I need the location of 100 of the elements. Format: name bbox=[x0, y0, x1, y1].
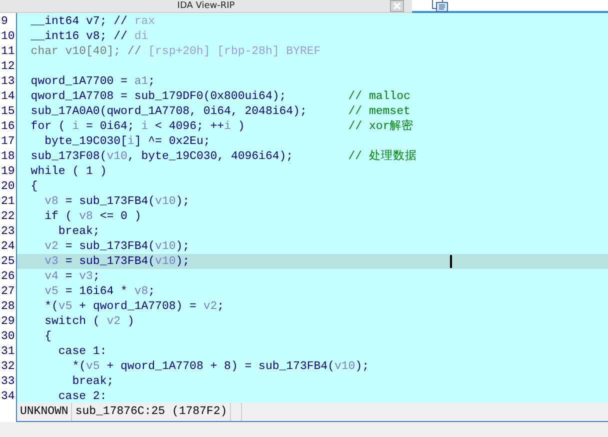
line-number: 30 bbox=[0, 329, 16, 344]
text-cursor bbox=[450, 255, 452, 268]
variable-name: i bbox=[127, 134, 134, 149]
variable-name: v5 bbox=[58, 299, 72, 314]
code-text: { bbox=[30, 179, 38, 194]
code-text: = 16i64 * bbox=[64, 284, 128, 299]
variable-name: v10 bbox=[155, 194, 176, 209]
status-location: sub_17876C:25 (1787F2) bbox=[72, 403, 232, 421]
code-text: ; bbox=[148, 74, 156, 89]
line-number: 11 bbox=[0, 44, 16, 59]
line-number: 20 bbox=[0, 179, 16, 194]
variable-name: v5 bbox=[44, 284, 58, 299]
variable-name: v2 bbox=[106, 314, 121, 329]
code-comment: // memset bbox=[348, 104, 410, 119]
code-text: *( bbox=[44, 299, 58, 314]
line-number: 25 bbox=[0, 254, 16, 269]
code-text: ] ^= 0x2Eu; bbox=[134, 134, 210, 149]
code-text: = sub_173FB4( bbox=[64, 239, 156, 254]
code-text: < 4096; ++ bbox=[154, 119, 224, 134]
code-text: byte_19C030[ bbox=[44, 134, 128, 149]
variable-name: v10 bbox=[155, 239, 176, 254]
code-text: = 0i64; bbox=[85, 119, 136, 134]
register-comment: di bbox=[134, 29, 148, 44]
code-text: case 2: bbox=[57, 389, 107, 403]
code-text: + qword_1A7708 + 8) = sub_173FB4( bbox=[106, 359, 334, 374]
code-text: ; bbox=[217, 299, 224, 314]
window-icon[interactable] bbox=[432, 0, 448, 12]
line-number: 13 bbox=[0, 74, 16, 89]
code-text: break; bbox=[57, 224, 100, 239]
variable-name: v8 bbox=[79, 209, 93, 224]
code-text: qword_1A7708 = sub_179DF0(0x800ui64); bbox=[30, 89, 288, 104]
code-text: { bbox=[44, 329, 52, 344]
variable-name: i bbox=[72, 119, 80, 134]
line-number: 26 bbox=[0, 269, 16, 284]
variable-name: v10 bbox=[155, 254, 176, 269]
line-number: 24 bbox=[0, 239, 16, 254]
line-number: 33 bbox=[0, 374, 16, 389]
code-text: ) bbox=[236, 119, 246, 134]
code-text: ); bbox=[176, 254, 190, 269]
code-text: while ( 1 ) bbox=[30, 164, 107, 179]
code-text: ; bbox=[148, 284, 156, 299]
line-number: 34 bbox=[0, 389, 16, 404]
line-number: 14 bbox=[0, 89, 16, 104]
line-number: 28 bbox=[0, 299, 16, 314]
code-text: = bbox=[64, 269, 74, 284]
code-text: *( bbox=[71, 359, 86, 374]
status-state: UNKNOWN bbox=[17, 403, 72, 421]
variable-name: i bbox=[141, 119, 148, 134]
variable-name: v3 bbox=[44, 254, 58, 269]
line-number: 16 bbox=[0, 119, 16, 134]
variable-name: v3 bbox=[79, 269, 93, 284]
line-number: 31 bbox=[0, 344, 16, 359]
line-number: 19 bbox=[0, 164, 16, 179]
tab-title: IDA View-RIP bbox=[177, 0, 235, 12]
code-text: case 1: bbox=[57, 344, 107, 359]
code-text: ); bbox=[176, 194, 190, 209]
variable-name: i bbox=[224, 119, 231, 134]
code-text: ; bbox=[92, 269, 100, 284]
line-number: 10 bbox=[0, 29, 16, 44]
line-number: 18 bbox=[0, 149, 16, 164]
register-comment: rax bbox=[134, 14, 156, 29]
register-comment: [rsp+20h] [rbp-28h] BYREF bbox=[148, 44, 321, 59]
view-tab[interactable]: IDA View-RIP bbox=[0, 0, 412, 13]
code-text: = sub_173FB4( bbox=[64, 194, 156, 209]
line-number: 17 bbox=[0, 134, 16, 149]
variable-name: v10 bbox=[334, 359, 356, 374]
code-text: for ( bbox=[30, 119, 66, 134]
variable-name: v4 bbox=[44, 269, 58, 284]
variable-name: v8 bbox=[134, 284, 148, 299]
code-text: ) bbox=[126, 314, 134, 329]
code-text: = sub_173FB4( bbox=[64, 254, 156, 269]
code-text: qword_1A7700 = bbox=[30, 74, 128, 89]
line-number: 32 bbox=[0, 359, 16, 374]
line-number: 29 bbox=[0, 314, 16, 329]
code-text: if ( bbox=[44, 209, 74, 224]
line-number: 21 bbox=[0, 194, 16, 209]
line-number: 22 bbox=[0, 209, 16, 224]
variable-name: v10 bbox=[106, 149, 128, 164]
code-text: char v10[40]; // bbox=[30, 44, 142, 59]
code-text: + qword_1A7708) = bbox=[78, 299, 198, 314]
line-number: 9 bbox=[0, 14, 9, 29]
line-number: 23 bbox=[0, 224, 16, 239]
variable-name: v2 bbox=[203, 299, 218, 314]
variable-name: v8 bbox=[44, 194, 58, 209]
line-number: 12 bbox=[0, 59, 16, 74]
line-number: 15 bbox=[0, 104, 16, 119]
code-text: ); bbox=[355, 359, 369, 374]
code-comment: // 处理数据 bbox=[348, 149, 417, 164]
variable-name: a1 bbox=[134, 74, 148, 89]
code-text: sub_17A0A0(qword_1A7708, 0i64, 2048i64); bbox=[30, 104, 308, 119]
code-text: break; bbox=[71, 374, 114, 389]
code-text: <= 0 ) bbox=[98, 209, 142, 224]
code-comment: // malloc bbox=[348, 89, 410, 104]
code-text: sub_173F08( bbox=[30, 149, 107, 164]
code-text: switch ( bbox=[44, 314, 101, 329]
code-comment: // xor解密 bbox=[348, 119, 414, 134]
code-text: __int64 v7; // bbox=[30, 14, 128, 29]
line-number: 27 bbox=[0, 284, 16, 299]
code-text: __int16 v8; // bbox=[30, 29, 128, 44]
code-text: , byte_19C030, 4096i64); bbox=[127, 149, 294, 164]
